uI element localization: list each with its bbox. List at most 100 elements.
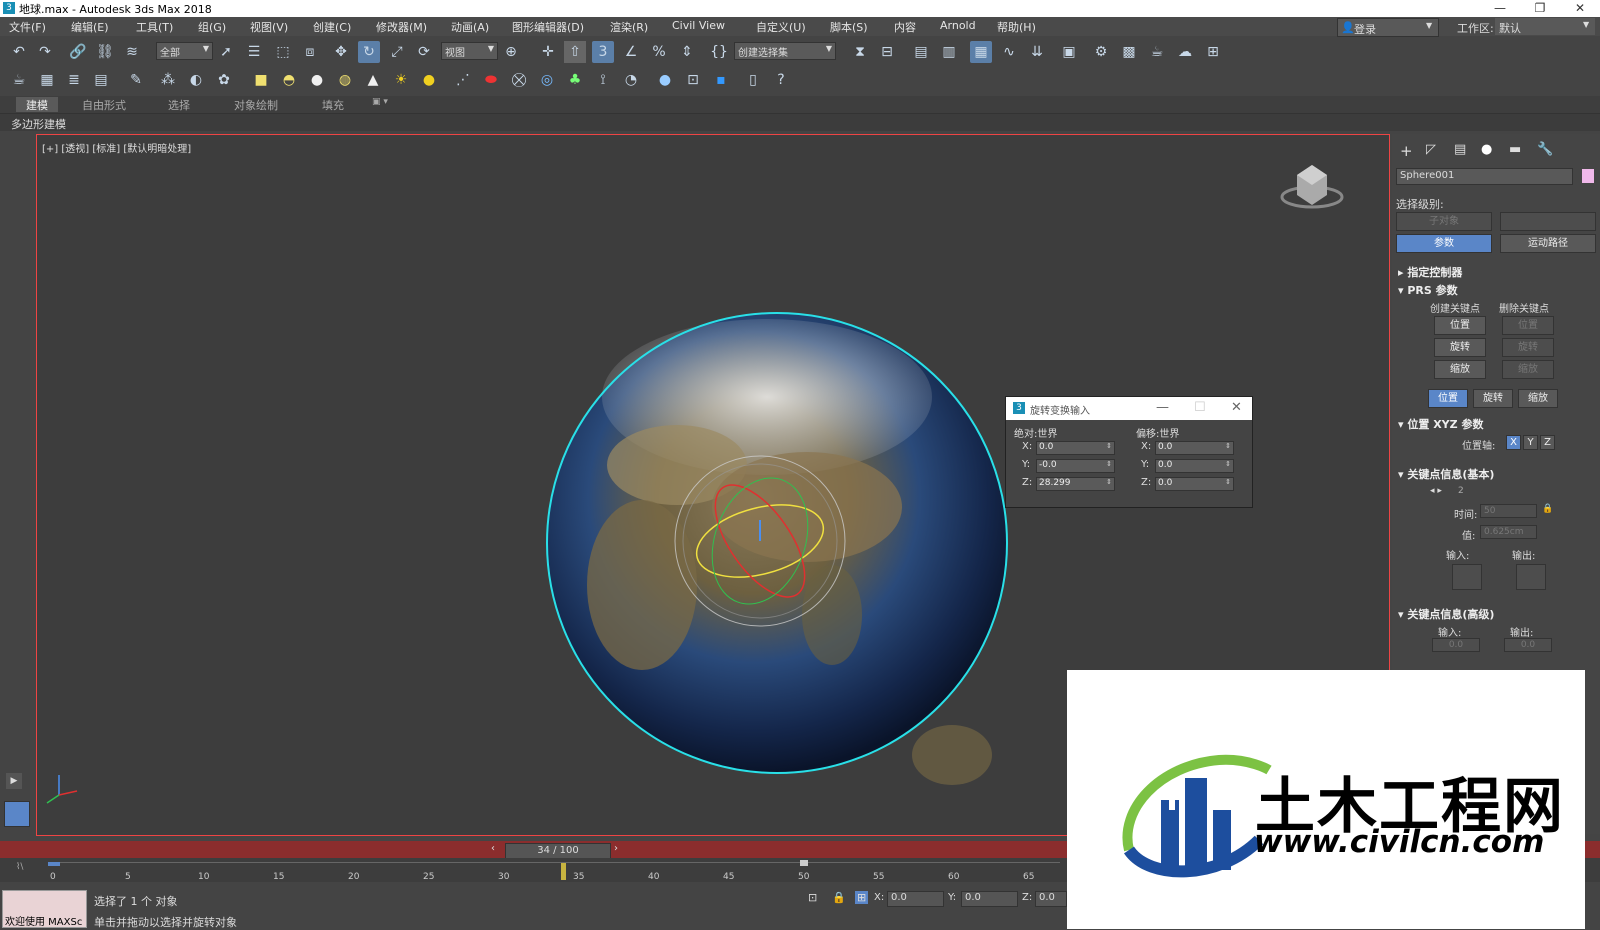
menu-civil-view[interactable]: Civil View xyxy=(672,19,725,32)
ribbon-toggle-icon[interactable]: ▦ xyxy=(970,41,992,63)
viewport-image-icon[interactable]: ▦ xyxy=(36,69,58,91)
time-marker[interactable] xyxy=(561,863,566,880)
cloth-icon[interactable]: ✿ xyxy=(213,69,235,91)
z-coord-field[interactable]: 0.0 xyxy=(1035,891,1067,907)
abs-y-field[interactable]: -0.0 ⇕ xyxy=(1036,459,1115,473)
spinner-icon[interactable]: ⇕ xyxy=(1106,442,1112,450)
sun-light-icon[interactable]: ☀ xyxy=(390,69,412,91)
tab-selection[interactable]: 选择 xyxy=(158,97,200,112)
grid-icon[interactable]: ▤ xyxy=(90,69,112,91)
scale-icon[interactable]: ⤢ xyxy=(386,41,408,63)
menu-customize[interactable]: 自定义(U) xyxy=(756,19,806,35)
time-field[interactable]: 50 xyxy=(1480,504,1537,518)
maxscript-listener[interactable]: 欢迎使用 MAXSc xyxy=(2,890,87,928)
ribbon-options-icon[interactable]: ▣ ▾ xyxy=(362,97,398,112)
tab-freeform[interactable]: 自由形式 xyxy=(72,97,136,112)
polygon-modeling-label[interactable]: 多边形建模 xyxy=(11,116,66,132)
tab-modeling[interactable]: 建模 xyxy=(16,97,58,112)
object-color-swatch[interactable] xyxy=(1582,169,1594,183)
render-photo-icon[interactable]: ⊡ xyxy=(682,69,704,91)
spinner-icon[interactable]: ⇕ xyxy=(1225,460,1231,468)
list-icon[interactable]: ≣ xyxy=(63,69,85,91)
bind-spacewarp-icon[interactable]: ≋ xyxy=(121,41,143,63)
spinner-snap-icon[interactable]: ⇕ xyxy=(676,41,698,63)
shell-icon[interactable]: ◔ xyxy=(620,69,642,91)
workspace-dropdown[interactable]: 默认 ▼ xyxy=(1495,18,1595,35)
ref-coord-dropdown[interactable]: 视图 ▼ xyxy=(441,42,498,60)
params-button[interactable]: 参数 xyxy=(1396,234,1492,253)
spinner-icon[interactable]: ⇕ xyxy=(1225,478,1231,486)
hemisphere-icon[interactable]: ◓ xyxy=(278,69,300,91)
sub-object-button[interactable]: 子对象 xyxy=(1396,212,1492,231)
viewcube-icon[interactable] xyxy=(1280,165,1344,209)
video-icon[interactable]: ▪ xyxy=(710,69,732,91)
utilities-tab-icon[interactable]: 🔧 xyxy=(1537,142,1553,157)
particle-icon[interactable]: ⁂ xyxy=(157,69,179,91)
menu-help[interactable]: 帮助(H) xyxy=(997,19,1036,35)
menu-views[interactable]: 视图(V) xyxy=(250,19,288,35)
motion-tab-icon[interactable]: ● xyxy=(1481,142,1492,157)
render-frame-icon[interactable]: ▩ xyxy=(1118,41,1140,63)
hierarchy-tab-icon[interactable]: ▤ xyxy=(1454,142,1466,157)
align-icon[interactable]: ⊟ xyxy=(876,41,898,63)
dialog-maximize-button[interactable]: ☐ xyxy=(1194,400,1206,415)
percent-snap-icon[interactable]: % xyxy=(648,41,670,63)
capsule-icon[interactable]: ⬬ xyxy=(480,69,502,91)
off-x-field[interactable]: 0.0 ⇕ xyxy=(1155,441,1234,455)
link-icon[interactable]: 🔗 xyxy=(67,41,89,63)
viewport-layout-icon[interactable] xyxy=(4,801,30,827)
dialog-close-button[interactable]: ✕ xyxy=(1231,400,1242,415)
x-coord-field[interactable]: 0.0 xyxy=(887,891,944,907)
menu-group[interactable]: 组(G) xyxy=(198,19,226,35)
paint-icon[interactable]: ✎ xyxy=(125,69,147,91)
geosphere-icon[interactable]: ◍ xyxy=(334,69,356,91)
dialog-minimize-button[interactable]: — xyxy=(1156,400,1169,415)
menu-modifiers[interactable]: 修改器(M) xyxy=(376,19,427,35)
next-frame-icon[interactable]: › xyxy=(614,843,618,854)
tab-object-paint[interactable]: 对象绘制 xyxy=(224,97,288,112)
snap-toggle-icon[interactable]: 3 xyxy=(592,41,614,63)
selection-lock-icon[interactable]: 🔒 xyxy=(832,891,846,904)
menu-content[interactable]: 内容 xyxy=(894,19,916,35)
render-cloud-icon[interactable]: ⊞ xyxy=(1202,41,1224,63)
abs-x-field[interactable]: 0.0 ⇕ xyxy=(1036,441,1115,455)
undo-icon[interactable]: ↶ xyxy=(8,41,30,63)
key-marker[interactable] xyxy=(800,860,808,866)
menu-file[interactable]: 文件(F) xyxy=(9,19,46,35)
in-tangent-button[interactable] xyxy=(1452,564,1482,590)
select-by-name-icon[interactable]: ☰ xyxy=(243,41,265,63)
placement-icon[interactable]: ⟳ xyxy=(413,41,435,63)
teapot-icon[interactable]: ☕ xyxy=(8,69,30,91)
object-name-field[interactable]: Sphere001 xyxy=(1396,168,1573,185)
create-scale-key-button[interactable]: 缩放 xyxy=(1434,360,1486,379)
globe-icon[interactable]: ◎ xyxy=(536,69,558,91)
minimize-button[interactable]: — xyxy=(1480,0,1520,17)
create-tab-icon[interactable]: + xyxy=(1400,142,1413,160)
selection-filter-dropdown[interactable]: 全部 ▼ xyxy=(156,42,213,60)
render-setup-icon[interactable]: ⚙ xyxy=(1090,41,1112,63)
delete-rotation-key-button[interactable]: 旋转 xyxy=(1502,338,1554,357)
curve-editor-mini-icon[interactable]: ⌇\ xyxy=(16,862,23,872)
move-icon[interactable]: ✥ xyxy=(330,41,352,63)
material-sphere-icon[interactable]: ● xyxy=(654,69,676,91)
pivot-center-icon[interactable]: ⊕ xyxy=(500,41,522,63)
spinner-icon[interactable]: ⇕ xyxy=(1106,478,1112,486)
modify-tab-icon[interactable]: ◸ xyxy=(1426,142,1436,157)
box-primitive-icon[interactable]: ■ xyxy=(250,69,272,91)
menu-graph-editors[interactable]: 图形编辑器(D) xyxy=(512,19,584,35)
mirror-icon[interactable]: ⧗ xyxy=(849,41,871,63)
hair-icon[interactable]: ⋰ xyxy=(452,69,474,91)
named-selection-dropdown[interactable]: 创建选择集 ▼ xyxy=(734,42,836,60)
foliage-icon[interactable]: ♣ xyxy=(564,69,586,91)
redo-icon[interactable]: ↷ xyxy=(34,41,56,63)
scale-mode-button[interactable]: 缩放 xyxy=(1518,389,1558,408)
menu-scripting[interactable]: 脚本(S) xyxy=(830,19,868,35)
select-object-icon[interactable]: ➚ xyxy=(215,41,237,63)
window-crossing-icon[interactable]: ⧈ xyxy=(299,41,321,63)
curve-editor-icon[interactable]: ∿ xyxy=(998,41,1020,63)
position-xyz-rollout[interactable]: ▾ 位置 XYZ 参数 xyxy=(1398,416,1483,432)
omni-light-icon[interactable]: ● xyxy=(418,69,440,91)
spinner-icon[interactable]: ⇕ xyxy=(1106,460,1112,468)
display-tab-icon[interactable]: ▬ xyxy=(1509,142,1521,157)
assign-controller-rollout[interactable]: ▸ 指定控制器 xyxy=(1398,264,1462,280)
